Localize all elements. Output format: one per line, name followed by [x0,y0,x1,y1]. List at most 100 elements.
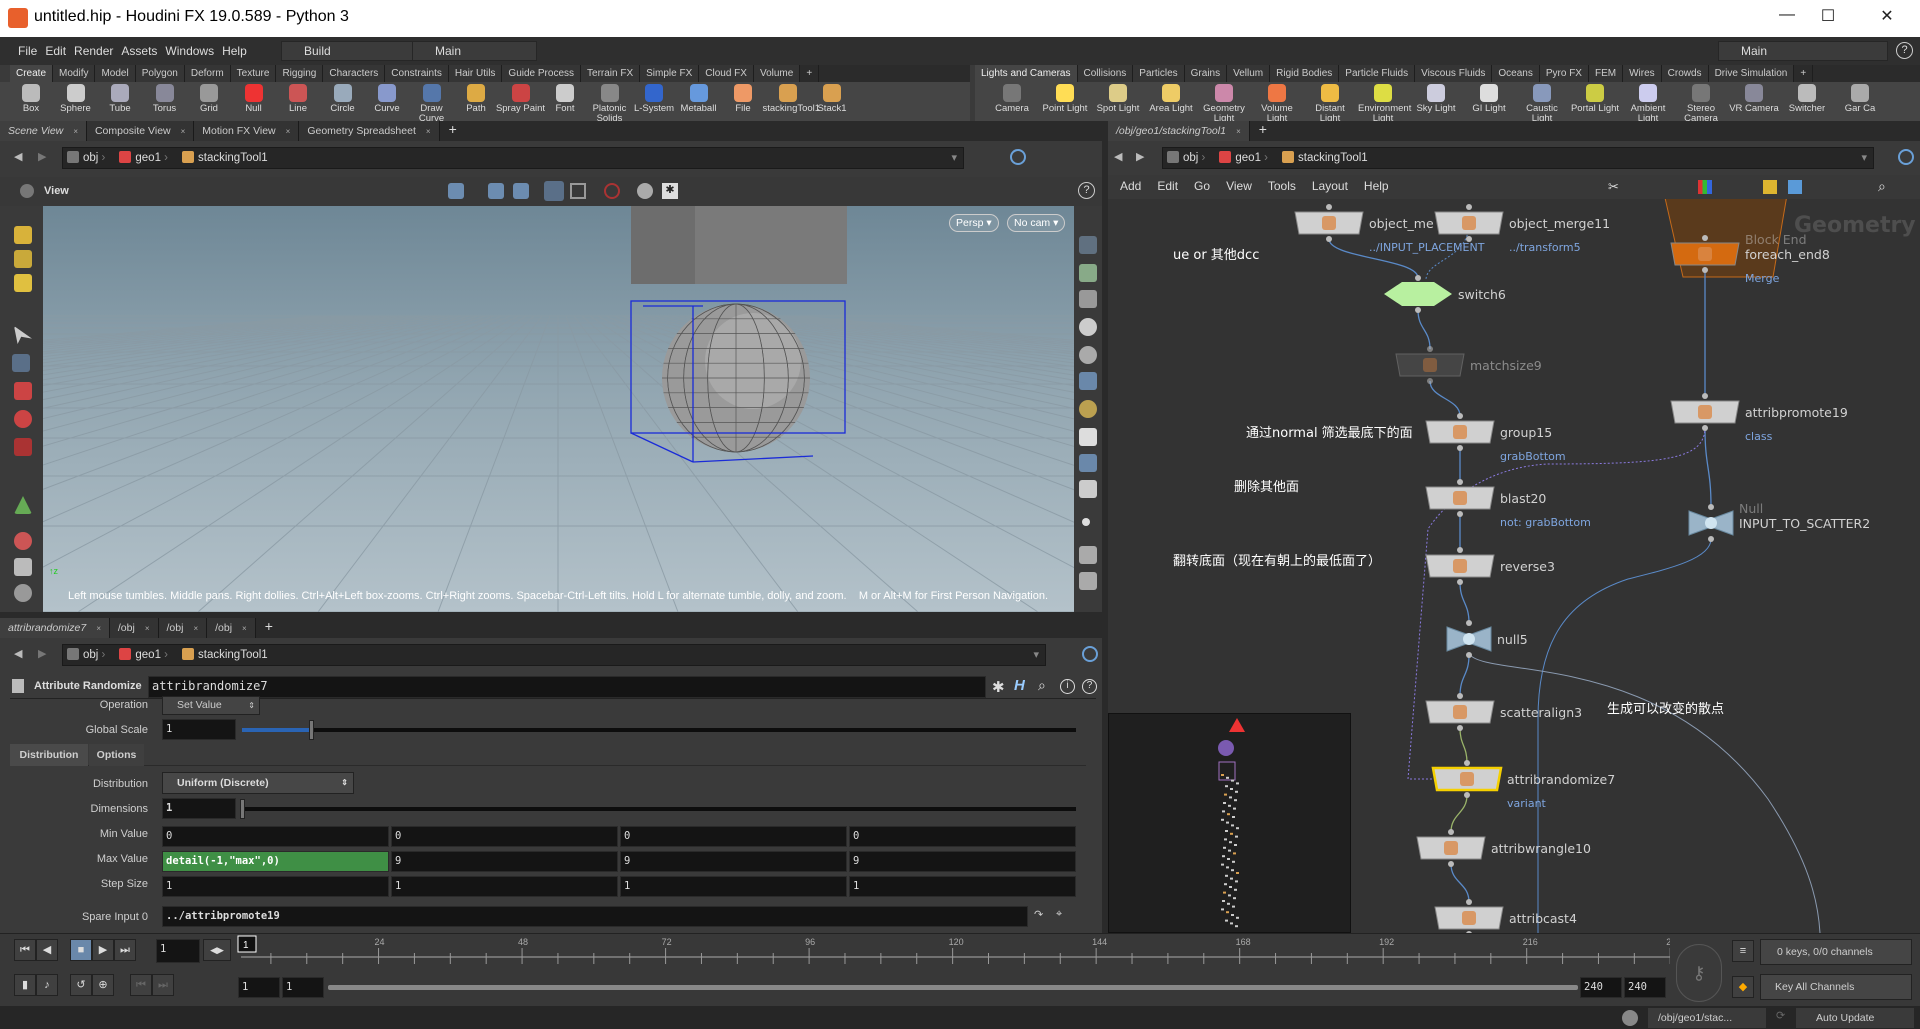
edge-mode-icon[interactable] [14,274,32,292]
node-input_to_scatter2[interactable]: NullINPUT_TO_SCATTER2 [1688,501,1870,542]
node-attribpromote19[interactable]: attribpromote19 class [1670,393,1848,443]
range-end-field[interactable]: 240 [1624,977,1666,998]
viewport-help-icon[interactable]: ? [1078,182,1095,199]
tab-geometry-spreadsheet[interactable]: Geometry Spreadsheet × [299,121,440,141]
stop-button[interactable]: ■ [70,939,92,961]
jump-start-button[interactable]: ⏮ [14,939,36,961]
search-icon[interactable]: ⌕ [1878,178,1886,195]
light-icon[interactable] [1079,372,1097,390]
color-palette-icon[interactable] [1698,180,1712,194]
hda-icon[interactable]: H [1014,677,1025,694]
gear-icon[interactable]: ✱ [992,678,1005,696]
shelf-tab-characters[interactable]: Characters [323,65,386,82]
maximize-button[interactable]: ☐ [1813,6,1843,26]
select-tool-icon[interactable] [448,183,464,199]
frame-icon[interactable] [570,183,586,199]
network-path[interactable]: obj › geo1 › stackingTool1 ▾ [1162,147,1874,169]
forward-arrow-icon[interactable]: ▶ [1136,150,1144,163]
operation-select[interactable]: Set Value ⇕ [162,696,260,715]
camera-view-icon[interactable] [1079,480,1097,498]
playback-end-field[interactable]: 240 [1580,977,1622,998]
help-icon[interactable]: ? [1082,679,1097,694]
path-dropdown-icon[interactable]: ▾ [1033,648,1039,661]
breadcrumb-obj[interactable]: obj › [1163,148,1215,168]
path-dropdown-icon[interactable]: ▾ [1861,151,1867,164]
info-icon[interactable]: i [1060,679,1075,694]
tab-motion-fx-view[interactable]: Motion FX View × [194,121,300,141]
paint-icon[interactable] [14,532,32,550]
shelf-tool-area-light[interactable]: Area Light [1146,84,1196,114]
shelf-tool-switcher[interactable]: Switcher [1782,84,1832,114]
dimensions-field[interactable]: 1 [162,798,236,819]
distribution-select[interactable]: Uniform (Discrete) ⇕ [162,772,354,794]
node-blast20[interactable]: blast20 not: grabBottom [1425,479,1591,529]
shelf-tab-particle-fluids[interactable]: Particle Fluids [1339,65,1416,82]
node-attribwrangle10[interactable]: attribwrangle10 [1416,829,1591,867]
shelf-tool-caustic-light[interactable]: Caustic Light [1517,84,1567,124]
network-menu-go[interactable]: Go [1194,179,1210,193]
step-size-field-0[interactable]: 1 [162,876,389,897]
add-shelf-icon[interactable]: + [1794,65,1814,82]
shelf-tool-point-light[interactable]: Point Light [1040,84,1090,114]
transform-tool-icon[interactable] [488,183,504,199]
node-name-field[interactable]: attribrandomize7 [148,676,986,698]
path-dropdown-icon[interactable]: ▾ [951,151,957,164]
minimize-button[interactable]: — [1772,6,1802,24]
shelf-tool-platonic-solids[interactable]: Platonic Solids [585,84,635,124]
min-value-field-3[interactable]: 0 [849,826,1076,847]
shelf-tab-texture[interactable]: Texture [230,65,277,82]
tab-network[interactable]: /obj/geo1/stackingTool1 × [1108,121,1250,141]
back-arrow-icon[interactable]: ◀ [14,647,22,660]
performance-icon[interactable] [1622,1010,1638,1026]
shelf-tool-stack1[interactable]: Stack1 [807,84,857,114]
lock-icon[interactable] [12,354,30,372]
tab-options[interactable]: Options [89,744,144,766]
node-chooser-icon[interactable]: ⌖ [1056,908,1062,921]
shelf-tool-camera[interactable]: Camera [987,84,1037,114]
network-menu-layout[interactable]: Layout [1312,179,1348,193]
pin-icon[interactable] [1010,149,1026,165]
menu-help[interactable]: Help [218,37,251,65]
min-value-field-0[interactable]: 0 [162,826,389,847]
shelf-tool-curve[interactable]: Curve [362,84,412,114]
tab-scene-view[interactable]: Scene View × [0,121,87,141]
shelf-tab-oceans[interactable]: Oceans [1492,65,1540,82]
shelf-tab-guide-process[interactable]: Guide Process [502,65,582,82]
shelf-tab-vellum[interactable]: Vellum [1227,65,1271,82]
back-arrow-icon[interactable]: ◀ [14,150,22,163]
normal-icon[interactable] [1079,546,1097,564]
global-scale-field[interactable]: 1 [162,719,236,740]
network-menu-help[interactable]: Help [1364,179,1389,193]
shelf-tab-cloud-fx[interactable]: Cloud FX [699,65,754,82]
network-minimap[interactable] [1108,713,1351,933]
shelf-tab-constraints[interactable]: Constraints [385,65,449,82]
shelf-tool-torus[interactable]: Torus [140,84,190,114]
image-icon[interactable] [1788,180,1802,194]
shelf-tab-model[interactable]: Model [95,65,136,82]
shelf-tool-environment-light[interactable]: Environment Light [1358,84,1411,124]
tab-composite-view[interactable]: Composite View × [86,121,195,141]
step-size-field-3[interactable]: 1 [849,876,1076,897]
shelf-tab-simple-fx[interactable]: Simple FX [640,65,700,82]
close-tab-icon[interactable]: × [145,624,150,633]
node-switch6[interactable]: switch6 [1384,275,1506,313]
global-scale-slider[interactable] [242,720,1076,740]
shelf-tab-crowds[interactable]: Crowds [1661,65,1709,82]
range-start-field[interactable]: 1 [238,977,280,998]
network-menu-add[interactable]: Add [1120,179,1141,193]
shelf-tab-create[interactable]: Create [10,65,54,82]
add-shelf-icon[interactable]: + [800,65,820,82]
shelf-tool-grid[interactable]: Grid [184,84,234,114]
camera-menu[interactable]: No cam ▾ [1007,214,1066,232]
add-tab-icon[interactable]: + [1259,121,1267,137]
display-icon[interactable] [1079,236,1097,254]
close-button[interactable]: ✕ [1872,6,1902,26]
shelf-tool-box[interactable]: Box [6,84,56,114]
slider-handle[interactable] [308,720,314,740]
rotate-icon[interactable] [14,410,32,428]
perspective-menu[interactable]: Persp ▾ [949,214,999,232]
loop-button[interactable]: ↺ [70,974,92,996]
shelf-tool-metaball[interactable]: Metaball [674,84,724,114]
shelf-tab-viscous-fluids[interactable]: Viscous Fluids [1415,65,1493,82]
shelf-tool-tube[interactable]: Tube [95,84,145,114]
